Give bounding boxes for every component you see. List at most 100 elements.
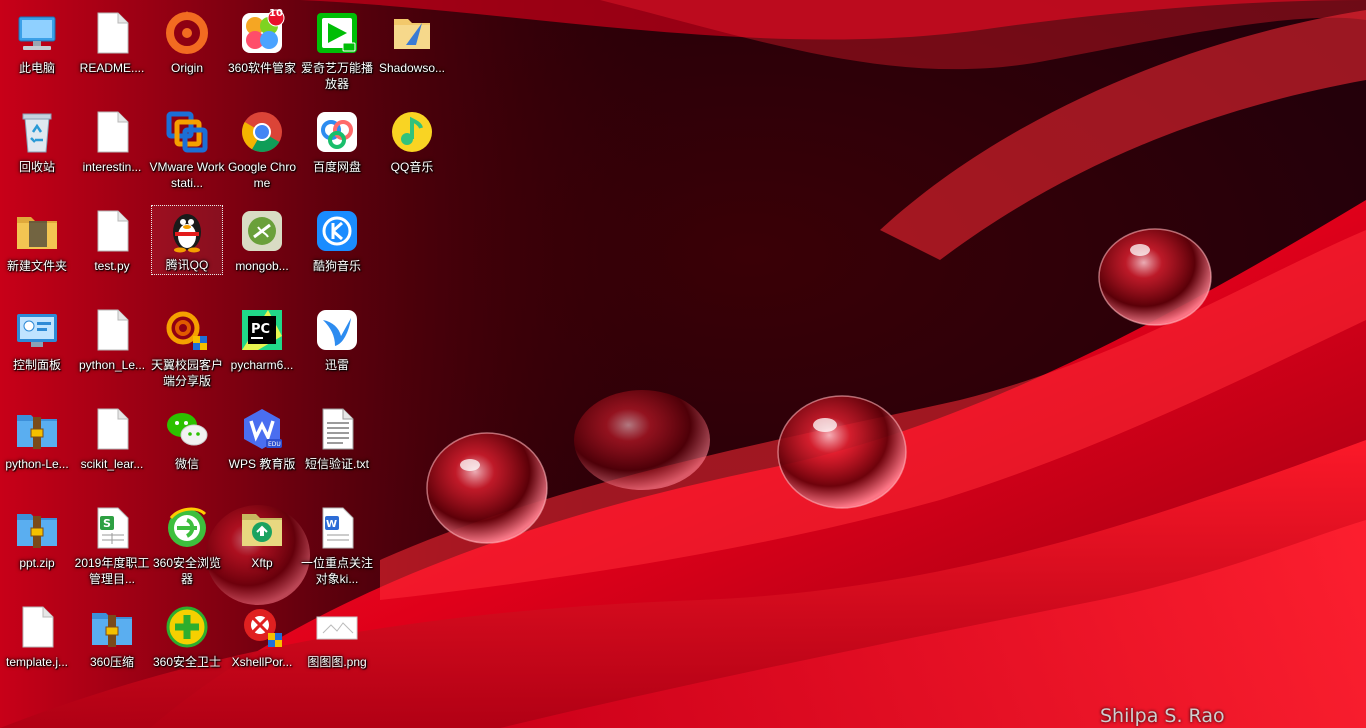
desktop-icon[interactable]: mongob... (226, 201, 298, 295)
desktop-icon[interactable]: 10 360软件管家 (226, 3, 298, 97)
desktop-icon[interactable]: PC pycharm6... (226, 300, 298, 394)
desktop-icon-label: 360压缩 (89, 655, 135, 669)
desktop-icon-label: 一位重点关注对象ki... (300, 556, 373, 586)
archive-icon (13, 504, 61, 552)
desktop-icon[interactable]: QQ音乐 (376, 102, 448, 196)
xunlei-icon (313, 306, 361, 354)
xftp-icon (238, 504, 286, 552)
360-security-icon (163, 603, 211, 651)
desktop-icon-label: 爱奇艺万能播放器 (300, 61, 373, 91)
text-file-icon (313, 405, 361, 453)
desktop-icon-label: Shadowso... (378, 61, 446, 75)
desktop-icon-label: 此电脑 (18, 61, 55, 75)
desktop-icon-label: 天翼校园客户端分享版 (150, 358, 223, 388)
desktop-icon[interactable]: 新建文件夹 (1, 201, 73, 295)
desktop-icon[interactable]: S 2019年度职工管理目... (74, 498, 150, 592)
desktop-icon-label: 新建文件夹 (6, 259, 67, 273)
file-icon (88, 207, 136, 255)
svg-text:PC: PC (251, 322, 270, 337)
desktop-icon-label: 图图图.png (307, 655, 367, 669)
kugou-icon (313, 207, 361, 255)
desktop-icon-label: pycharm6... (230, 358, 294, 372)
desktop-icon-label: WPS 教育版 (228, 457, 296, 471)
folder-icon (13, 207, 61, 255)
desktop-icon-label: 回收站 (18, 160, 55, 174)
image-file-icon (313, 603, 361, 651)
desktop-icon[interactable]: 迅雷 (301, 300, 373, 394)
notification-badge: 10 (269, 8, 283, 19)
desktop-icon[interactable]: 微信 (151, 399, 223, 493)
desktop-icon[interactable]: 360安全卫士 (151, 597, 223, 691)
qq-music-icon (388, 108, 436, 156)
vmware-icon (163, 108, 211, 156)
tianyi-client-icon (163, 306, 211, 354)
desktop-icon[interactable]: test.py (76, 201, 148, 295)
desktop-icon[interactable]: interestin... (76, 102, 148, 196)
desktop[interactable]: 此电脑 README.... Origin 10 360软件管家 爱奇艺万能播放器 Shad… (0, 0, 1366, 728)
desktop-icon-label: interestin... (82, 160, 142, 174)
desktop-icon-label: test.py (94, 259, 130, 273)
desktop-icon[interactable]: VMware Workstati... (149, 102, 225, 196)
chrome-icon (238, 108, 286, 156)
file-icon (88, 9, 136, 57)
360-browser-icon (163, 504, 211, 552)
computer-icon (13, 9, 61, 57)
desktop-icon[interactable]: 百度网盘 (301, 102, 373, 196)
desktop-icon[interactable]: scikit_lear... (76, 399, 148, 493)
desktop-icon[interactable]: ppt.zip (1, 498, 73, 592)
spreadsheet-icon: S (88, 504, 136, 552)
desktop-icon-label: python-Le... (5, 457, 69, 471)
desktop-icon-label: 短信验证.txt (304, 457, 369, 471)
desktop-icon[interactable]: 天翼校园客户端分享版 (151, 300, 223, 394)
desktop-icon-label: 360安全浏览器 (152, 556, 222, 586)
desktop-icon-label: QQ音乐 (390, 160, 434, 174)
desktop-icon[interactable]: 360安全浏览器 (151, 498, 223, 592)
desktop-icon[interactable]: 短信验证.txt (301, 399, 373, 493)
desktop-icon[interactable]: EDU WPS 教育版 (226, 399, 298, 493)
wechat-icon (163, 405, 211, 453)
desktop-icon[interactable]: 此电脑 (1, 3, 73, 97)
desktop-icon[interactable]: 回收站 (1, 102, 73, 196)
control-panel-icon (13, 306, 61, 354)
origin-icon (163, 9, 211, 57)
desktop-icon-label: 360安全卫士 (152, 655, 222, 669)
desktop-icon[interactable]: python_Le... (76, 300, 148, 394)
desktop-icon-label: Origin (170, 61, 203, 75)
desktop-icon[interactable]: 酷狗音乐 (301, 201, 373, 295)
desktop-icon[interactable]: README.... (76, 3, 148, 97)
desktop-icon-label: 微信 (174, 457, 199, 471)
desktop-icon[interactable]: W 一位重点关注对象ki... (301, 498, 373, 592)
desktop-icon-label: 百度网盘 (312, 160, 361, 174)
recycle-bin-icon (13, 108, 61, 156)
desktop-icon[interactable]: 图图图.png (301, 597, 373, 691)
shadowsocks-icon (388, 9, 436, 57)
desktop-icon[interactable]: 爱奇艺万能播放器 (301, 3, 373, 97)
wps-edu-icon: EDU (238, 405, 286, 453)
desktop-icon[interactable]: Origin (151, 3, 223, 97)
desktop-icon-label: VMware Workstati... (149, 160, 225, 190)
desktop-icon-label: XshellPor... (231, 655, 293, 669)
word-doc-icon: W (313, 504, 361, 552)
desktop-icon[interactable]: 360压缩 (76, 597, 148, 691)
desktop-icon[interactable]: template.j... (1, 597, 73, 691)
desktop-icon[interactable]: 控制面板 (1, 300, 73, 394)
desktop-icon-label: Google Chrome (227, 160, 297, 190)
file-icon (88, 306, 136, 354)
desktop-icon-label: 2019年度职工管理目... (74, 556, 150, 586)
file-icon (88, 405, 136, 453)
svg-text:S: S (103, 517, 111, 530)
desktop-icon[interactable]: python-Le... (1, 399, 73, 493)
desktop-icon[interactable]: 腾讯QQ (151, 205, 223, 275)
desktop-icon[interactable]: Google Chrome (226, 102, 298, 196)
desktop-icon-label: 酷狗音乐 (312, 259, 361, 273)
file-icon (13, 603, 61, 651)
desktop-icon[interactable]: XshellPor... (226, 597, 298, 691)
qq-penguin-icon (163, 206, 211, 254)
pycharm-icon: PC (238, 306, 286, 354)
desktop-icon-grid: 此电脑 README.... Origin 10 360软件管家 爱奇艺万能播放器 Shad… (0, 0, 450, 728)
desktop-icon-label: template.j... (5, 655, 69, 669)
desktop-icon[interactable]: Shadowso... (376, 3, 448, 97)
desktop-icon-label: mongob... (235, 259, 289, 273)
desktop-icon-label: 迅雷 (324, 358, 349, 372)
desktop-icon[interactable]: Xftp (226, 498, 298, 592)
